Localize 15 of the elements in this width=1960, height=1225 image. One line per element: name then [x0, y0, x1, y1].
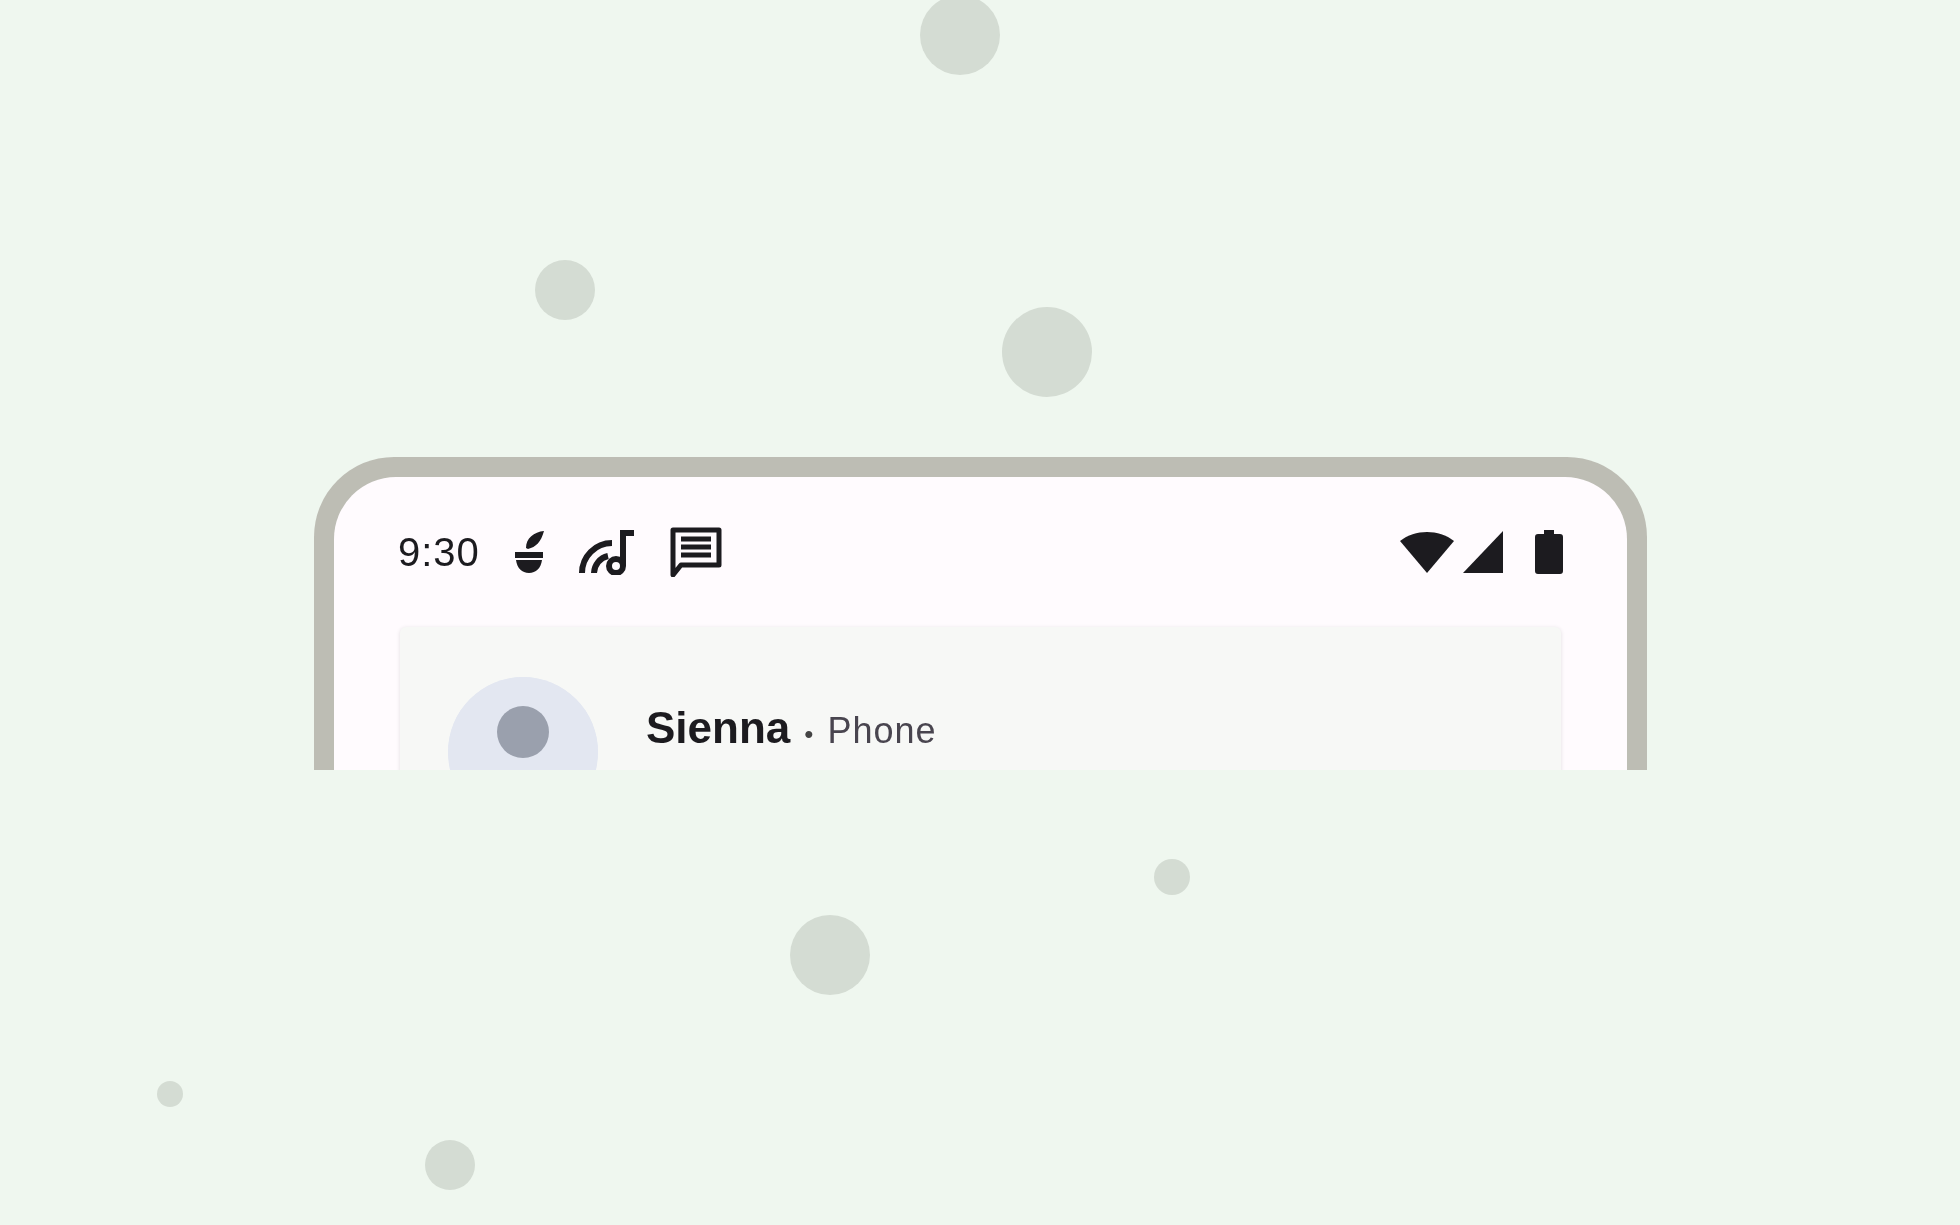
background-dot	[425, 1140, 475, 1190]
status-time: 9:30	[398, 529, 480, 576]
background-dot	[1154, 859, 1190, 895]
contact-name: Sienna	[646, 702, 791, 754]
wifi-icon	[1399, 529, 1455, 575]
background-dot	[535, 260, 595, 320]
notification-card[interactable]: Sienna • Phone	[400, 627, 1561, 770]
app-name: Phone	[827, 709, 937, 753]
signal-icon	[1461, 529, 1505, 575]
separator-dot: •	[804, 718, 814, 751]
message-icon	[669, 527, 722, 577]
battery-icon	[1535, 529, 1563, 575]
music-note-signal-icon	[577, 529, 636, 575]
plant-pot-icon	[513, 530, 544, 574]
background-dot	[157, 1081, 183, 1107]
